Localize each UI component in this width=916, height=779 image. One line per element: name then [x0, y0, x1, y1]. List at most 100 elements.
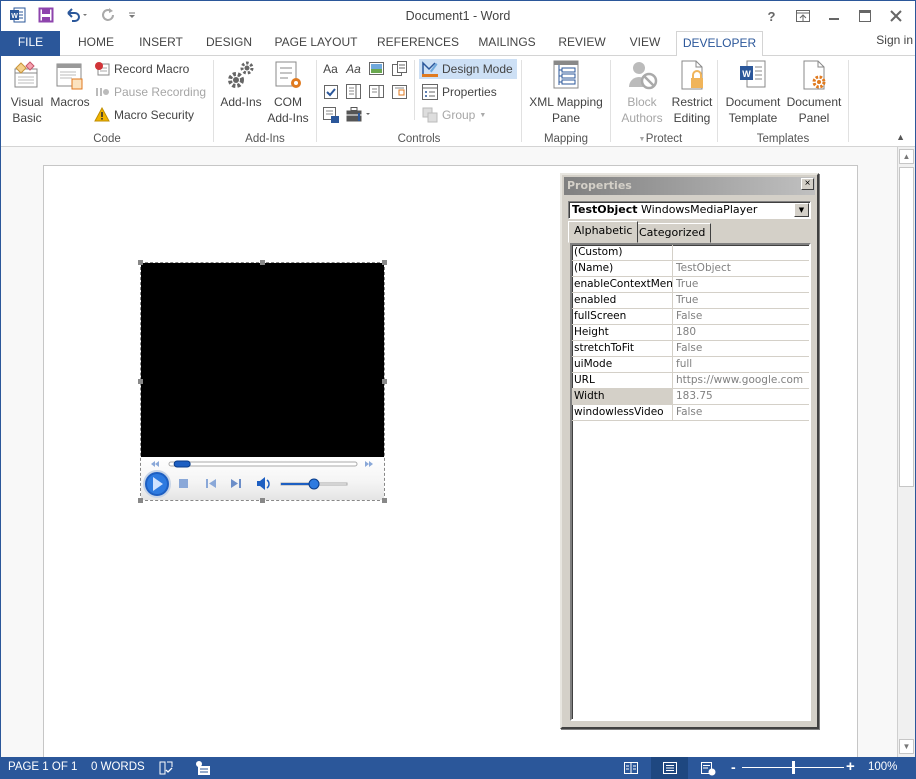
- resize-handle[interactable]: [382, 260, 387, 265]
- checkbox-control-icon[interactable]: [322, 83, 339, 100]
- seek-bar[interactable]: [168, 460, 358, 468]
- property-value[interactable]: True: [673, 293, 809, 308]
- restrict-editing-button[interactable]: Restrict Editing: [669, 59, 715, 126]
- minimize-button[interactable]: [818, 5, 849, 27]
- combo-box-control-icon[interactable]: [345, 83, 362, 100]
- sign-in-link[interactable]: Sign in: [876, 33, 913, 47]
- property-value[interactable]: https://www.google.com: [673, 373, 809, 388]
- tab-references[interactable]: REFERENCES: [375, 31, 461, 56]
- plain-text-control-icon[interactable]: Aa: [345, 60, 362, 77]
- legacy-tools-icon[interactable]: [345, 106, 373, 123]
- property-row[interactable]: Width 183.75: [572, 389, 809, 405]
- tab-view[interactable]: VIEW: [623, 31, 667, 56]
- zoom-out-button[interactable]: -: [731, 759, 736, 775]
- date-picker-control-icon[interactable]: [391, 83, 408, 100]
- tab-insert[interactable]: INSERT: [134, 31, 188, 56]
- zoom-in-button[interactable]: +: [846, 758, 855, 775]
- rewind-icon[interactable]: [151, 461, 159, 467]
- resize-handle[interactable]: [138, 498, 143, 503]
- resize-handle[interactable]: [260, 498, 265, 503]
- macros-button[interactable]: Macros: [49, 59, 91, 110]
- previous-button[interactable]: [206, 479, 216, 488]
- volume-slider[interactable]: [280, 478, 348, 490]
- building-block-control-icon[interactable]: [391, 60, 408, 77]
- property-value[interactable]: False: [673, 405, 809, 420]
- tab-alphabetic[interactable]: Alphabetic: [568, 221, 639, 243]
- scroll-up-button[interactable]: ▲: [899, 149, 914, 164]
- drop-down-list-control-icon[interactable]: [368, 83, 385, 100]
- tab-mailings[interactable]: MAILINGS: [475, 31, 539, 56]
- property-row[interactable]: enableContextMenu True: [572, 277, 809, 293]
- play-button[interactable]: [143, 470, 171, 498]
- web-layout-icon[interactable]: [700, 760, 716, 776]
- tab-developer[interactable]: DEVELOPER: [676, 31, 763, 57]
- close-button[interactable]: [880, 5, 911, 27]
- tab-page-layout[interactable]: PAGE LAYOUT: [271, 31, 361, 56]
- property-row[interactable]: stretchToFit False: [572, 341, 809, 357]
- properties-title[interactable]: Properties: [564, 177, 815, 195]
- design-mode-button[interactable]: Design Mode: [419, 59, 517, 79]
- property-row[interactable]: enabled True: [572, 293, 809, 309]
- property-row[interactable]: windowlessVideo False: [572, 405, 809, 421]
- zoom-level[interactable]: 100%: [868, 761, 897, 773]
- repeating-section-control-icon[interactable]: [322, 106, 339, 123]
- document-panel-button[interactable]: Document Panel: [784, 59, 844, 126]
- macro-security-button[interactable]: Macro Security: [94, 105, 194, 125]
- seek-thumb[interactable]: [173, 460, 191, 468]
- zoom-slider[interactable]: [742, 761, 844, 774]
- tab-review[interactable]: REVIEW: [553, 31, 611, 56]
- collapse-ribbon-icon[interactable]: ▲: [896, 132, 905, 142]
- windows-media-player-control[interactable]: [138, 260, 387, 503]
- rich-text-control-icon[interactable]: Aa: [322, 60, 339, 77]
- resize-handle[interactable]: [138, 260, 143, 265]
- tab-design[interactable]: DESIGN: [201, 31, 257, 56]
- vertical-scrollbar[interactable]: ▲ ▼: [897, 147, 915, 757]
- ribbon-display-options-button[interactable]: [787, 5, 818, 27]
- group-button[interactable]: Group ▼: [422, 105, 486, 125]
- word-count[interactable]: 0 WORDS: [91, 761, 145, 773]
- object-selector[interactable]: TestObject WindowsMediaPlayer ▼: [568, 201, 811, 219]
- read-mode-icon[interactable]: [623, 760, 639, 776]
- property-value[interactable]: full: [673, 357, 809, 372]
- help-button[interactable]: ?: [756, 5, 787, 27]
- resize-handle[interactable]: [382, 498, 387, 503]
- add-ins-button[interactable]: Add-Ins: [218, 59, 264, 110]
- print-layout-button[interactable]: [651, 757, 688, 779]
- xml-mapping-pane-button[interactable]: XML Mapping Pane: [524, 59, 608, 126]
- property-value[interactable]: TestObject: [673, 261, 809, 276]
- properties-button[interactable]: Properties: [422, 82, 497, 102]
- property-value[interactable]: False: [673, 309, 809, 324]
- page-count[interactable]: PAGE 1 OF 1: [8, 761, 77, 773]
- property-row[interactable]: (Name) TestObject: [572, 261, 809, 277]
- tab-categorized[interactable]: Categorized: [633, 223, 712, 243]
- mute-button[interactable]: [257, 477, 270, 490]
- maximize-button[interactable]: [849, 5, 880, 27]
- property-row[interactable]: uiMode full: [572, 357, 809, 373]
- zoom-slider-thumb[interactable]: [791, 761, 795, 774]
- stop-button[interactable]: [179, 479, 188, 488]
- property-value[interactable]: False: [673, 341, 809, 356]
- property-value[interactable]: True: [673, 277, 809, 292]
- video-screen[interactable]: [141, 263, 384, 457]
- property-value[interactable]: 183.75: [673, 389, 809, 404]
- resize-handle[interactable]: [260, 260, 265, 265]
- visual-basic-button[interactable]: Visual Basic: [7, 59, 47, 126]
- properties-close-button[interactable]: ×: [801, 178, 814, 190]
- object-selector-dropdown[interactable]: ▼: [794, 203, 809, 217]
- scroll-thumb[interactable]: [899, 167, 914, 487]
- com-add-ins-button[interactable]: COM Add-Ins: [266, 59, 310, 126]
- property-row[interactable]: Height 180: [572, 325, 809, 341]
- property-value[interactable]: 180: [673, 325, 809, 340]
- tab-file[interactable]: FILE: [1, 31, 60, 56]
- tab-home[interactable]: HOME: [71, 31, 121, 56]
- record-macro-button[interactable]: Record Macro: [94, 59, 189, 79]
- resize-handle[interactable]: [138, 379, 143, 384]
- property-row[interactable]: fullScreen False: [572, 309, 809, 325]
- picture-control-icon[interactable]: [368, 60, 385, 77]
- proofing-icon[interactable]: [158, 760, 174, 776]
- fast-forward-icon[interactable]: [365, 461, 373, 467]
- document-template-button[interactable]: W Document Template: [722, 59, 784, 126]
- property-row[interactable]: URL https://www.google.com: [572, 373, 809, 389]
- scroll-down-button[interactable]: ▼: [899, 739, 914, 754]
- macro-recording-icon[interactable]: [195, 760, 211, 776]
